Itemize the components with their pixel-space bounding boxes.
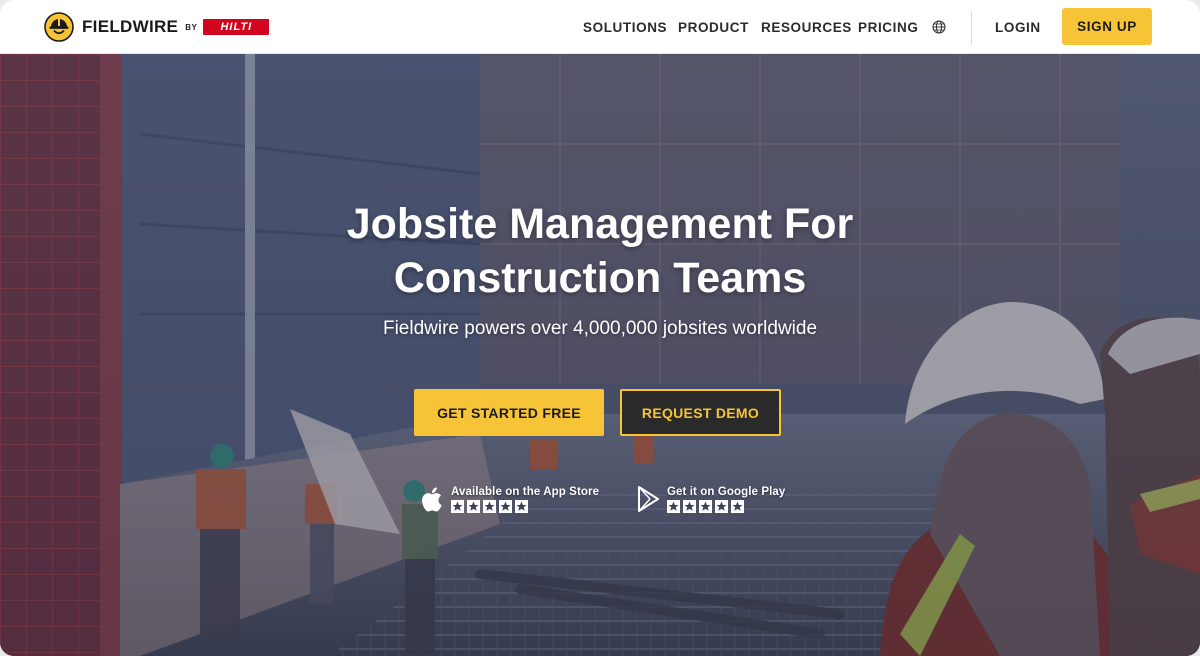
- star-icon: [483, 499, 496, 513]
- google-play-badge[interactable]: Get it on Google Play: [636, 484, 785, 514]
- apple-icon: [422, 487, 442, 512]
- request-demo-button[interactable]: REQUEST DEMO: [620, 389, 781, 436]
- star-icon: [467, 499, 480, 513]
- app-store-label: Available on the App Store: [451, 485, 600, 498]
- star-icon: [451, 499, 464, 513]
- star-icon: [499, 499, 512, 513]
- hero-title-line1: Jobsite Management For: [346, 200, 854, 248]
- app-store-badge[interactable]: Available on the App Store: [420, 484, 599, 514]
- hero-overlay: [0, 54, 1200, 656]
- fieldwire-logo[interactable]: FIELDWIRE BY HILTI: [44, 12, 270, 42]
- nav-item-pricing[interactable]: PRICING: [858, 20, 918, 35]
- get-started-free-button[interactable]: GET STARTED FREE: [414, 389, 604, 436]
- nav-item-solutions[interactable]: SOLUTIONS: [583, 20, 667, 35]
- nav-item-resources[interactable]: RESOURCES: [761, 20, 852, 35]
- google-play-icon: [638, 486, 659, 512]
- app-store-rating: [451, 499, 599, 513]
- hero-section: Jobsite Management For Construction Team…: [0, 54, 1200, 656]
- top-navigation: FIELDWIRE BY HILTI SOLUTIONS PRODUCT RES…: [0, 0, 1200, 54]
- google-play-rating: [667, 499, 785, 513]
- brand-by: BY: [185, 22, 198, 32]
- globe-icon[interactable]: [932, 20, 946, 34]
- star-icon: [667, 499, 680, 513]
- hardhat-worker-icon: [44, 12, 74, 42]
- sign-up-button[interactable]: SIGN UP: [1062, 8, 1152, 45]
- nav-item-product[interactable]: PRODUCT: [678, 20, 749, 35]
- google-play-label: Get it on Google Play: [667, 485, 786, 498]
- star-icon: [715, 499, 728, 513]
- login-link[interactable]: LOGIN: [995, 20, 1041, 35]
- star-icon: [683, 499, 696, 513]
- star-icon: [699, 499, 712, 513]
- hilti-logo: HILTI: [203, 19, 270, 35]
- browser-viewport: FIELDWIRE BY HILTI SOLUTIONS PRODUCT RES…: [0, 0, 1200, 656]
- star-icon: [731, 499, 744, 513]
- hero-title: Jobsite Management For Construction Team…: [0, 197, 1200, 305]
- nav-divider: [971, 11, 972, 45]
- hero-title-line2: Construction Teams: [393, 254, 807, 302]
- brand-name: FIELDWIRE: [82, 17, 179, 36]
- hero-subtitle: Fieldwire powers over 4,000,000 jobsites…: [382, 318, 818, 339]
- star-icon: [515, 499, 528, 513]
